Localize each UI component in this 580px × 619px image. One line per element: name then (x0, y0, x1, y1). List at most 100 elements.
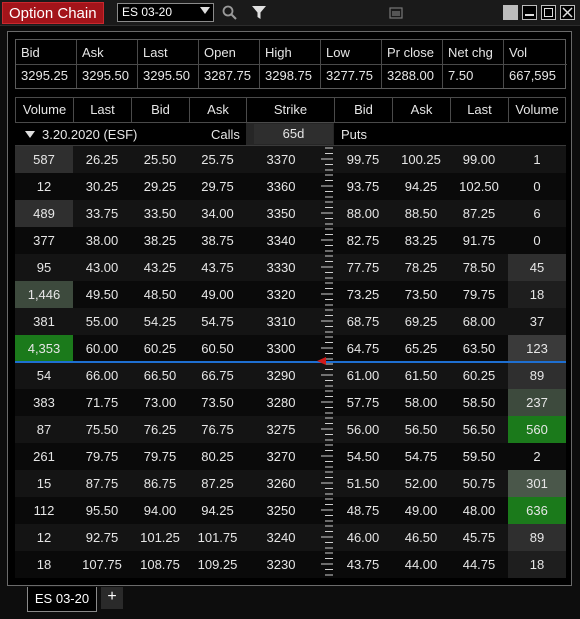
table-cell[interactable]: 6 (508, 200, 566, 227)
minimize-icon[interactable] (522, 5, 537, 20)
column-header[interactable]: Volume (508, 97, 566, 123)
table-cell[interactable]: 560 (508, 416, 566, 443)
table-cell[interactable]: 68.75 (334, 308, 392, 335)
table-cell[interactable]: 54.50 (334, 443, 392, 470)
table-cell[interactable]: 48.50 (131, 281, 189, 308)
strike-cell[interactable]: 3275 (246, 416, 316, 443)
table-cell[interactable]: 69.25 (392, 308, 450, 335)
table-cell[interactable]: 63.50 (450, 335, 508, 362)
table-cell[interactable]: 92.75 (73, 524, 131, 551)
table-cell[interactable]: 87.25 (450, 200, 508, 227)
table-cell[interactable]: 66.75 (189, 362, 246, 389)
table-cell[interactable]: 73.25 (334, 281, 392, 308)
table-cell[interactable]: 48.75 (334, 497, 392, 524)
table-cell[interactable]: 112 (15, 497, 73, 524)
table-cell[interactable]: 83.25 (392, 227, 450, 254)
table-cell[interactable]: 12 (15, 173, 73, 200)
strike-cell[interactable]: 3230 (246, 551, 316, 578)
table-cell[interactable]: 0 (508, 173, 566, 200)
table-cell[interactable]: 66.00 (73, 362, 131, 389)
table-cell[interactable]: 34.00 (189, 200, 246, 227)
search-icon[interactable] (221, 4, 239, 22)
table-cell[interactable]: 54.25 (131, 308, 189, 335)
table-cell[interactable]: 73.50 (392, 281, 450, 308)
table-cell[interactable]: 86.75 (131, 470, 189, 497)
table-cell[interactable]: 30.25 (73, 173, 131, 200)
strike-cell[interactable]: 3360 (246, 173, 316, 200)
table-cell[interactable]: 44.75 (450, 551, 508, 578)
table-cell[interactable]: 29.75 (189, 173, 246, 200)
strike-cell[interactable]: 3310 (246, 308, 316, 335)
table-row[interactable]: 1,446 49.50 48.50 49.00 3320 73.25 73.50 79.75 1… (15, 281, 566, 308)
table-cell[interactable]: 99.00 (450, 146, 508, 173)
table-cell[interactable]: 82.75 (334, 227, 392, 254)
table-cell[interactable]: 29.25 (131, 173, 189, 200)
table-cell[interactable]: 99.75 (334, 146, 392, 173)
table-cell[interactable]: 123 (508, 335, 566, 362)
table-cell[interactable]: 261 (15, 443, 73, 470)
strike-cell[interactable]: 3330 (246, 254, 316, 281)
chevron-down-icon[interactable] (25, 131, 35, 138)
table-cell[interactable]: 18 (508, 551, 566, 578)
table-cell[interactable]: 381 (15, 308, 73, 335)
table-cell[interactable]: 60.25 (450, 362, 508, 389)
table-cell[interactable]: 60.25 (131, 335, 189, 362)
table-cell[interactable]: 95 (15, 254, 73, 281)
table-cell[interactable]: 26.25 (73, 146, 131, 173)
table-row[interactable]: 4,353 60.00 60.25 60.50 3300 64.75 65.25 63.50 1… (15, 335, 566, 362)
table-cell[interactable]: 52.00 (392, 470, 450, 497)
table-cell[interactable]: 49.50 (73, 281, 131, 308)
add-tab-button[interactable]: + (101, 587, 123, 609)
table-row[interactable]: 587 26.25 25.50 25.75 3370 99.75 100.25 99.00 1 (15, 146, 566, 173)
table-row[interactable]: 87 75.50 76.25 76.75 3275 56.00 56.50 56.50 560 (15, 416, 566, 443)
table-cell[interactable]: 50.75 (450, 470, 508, 497)
table-cell[interactable]: 88.50 (392, 200, 450, 227)
table-cell[interactable]: 2 (508, 443, 566, 470)
table-cell[interactable]: 95.50 (73, 497, 131, 524)
table-cell[interactable]: 12 (15, 524, 73, 551)
strike-cell[interactable]: 3270 (246, 443, 316, 470)
table-cell[interactable]: 66.50 (131, 362, 189, 389)
table-cell[interactable]: 49.00 (392, 497, 450, 524)
table-cell[interactable]: 56.00 (334, 416, 392, 443)
table-cell[interactable]: 25.50 (131, 146, 189, 173)
table-cell[interactable]: 78.50 (450, 254, 508, 281)
table-cell[interactable]: 79.75 (131, 443, 189, 470)
table-cell[interactable]: 80.25 (189, 443, 246, 470)
table-row[interactable]: 95 43.00 43.25 43.75 3330 77.75 78.25 78.50 45 (15, 254, 566, 281)
table-cell[interactable]: 43.75 (334, 551, 392, 578)
expiry-row[interactable]: 3.20.2020 (ESF) Calls 65d Puts (15, 123, 566, 146)
table-cell[interactable]: 57.75 (334, 389, 392, 416)
table-cell[interactable]: 56.50 (392, 416, 450, 443)
table-cell[interactable]: 79.75 (73, 443, 131, 470)
table-cell[interactable]: 61.00 (334, 362, 392, 389)
tab-es-03-20[interactable]: ES 03-20 (27, 587, 97, 612)
table-cell[interactable]: 88.00 (334, 200, 392, 227)
window-icon[interactable] (503, 5, 518, 20)
table-cell[interactable]: 46.50 (392, 524, 450, 551)
table-cell[interactable]: 56.50 (450, 416, 508, 443)
strike-cell[interactable]: 3350 (246, 200, 316, 227)
table-cell[interactable]: 100.25 (392, 146, 450, 173)
table-cell[interactable]: 59.50 (450, 443, 508, 470)
table-cell[interactable]: 71.75 (73, 389, 131, 416)
table-cell[interactable]: 33.50 (131, 200, 189, 227)
table-cell[interactable]: 78.25 (392, 254, 450, 281)
table-cell[interactable]: 77.75 (334, 254, 392, 281)
strike-cell[interactable]: 3290 (246, 362, 316, 389)
table-cell[interactable]: 46.00 (334, 524, 392, 551)
table-cell[interactable]: 33.75 (73, 200, 131, 227)
table-row[interactable]: 54 66.00 66.50 66.75 3290 61.00 61.50 60.25 89 (15, 362, 566, 389)
table-cell[interactable]: 75.50 (73, 416, 131, 443)
table-cell[interactable]: 60.00 (73, 335, 131, 362)
table-row[interactable]: 261 79.75 79.75 80.25 3270 54.50 54.75 59.50 2 (15, 443, 566, 470)
table-cell[interactable]: 18 (15, 551, 73, 578)
table-cell[interactable]: 51.50 (334, 470, 392, 497)
table-cell[interactable]: 54.75 (392, 443, 450, 470)
table-cell[interactable]: 94.25 (392, 173, 450, 200)
table-cell[interactable]: 101.75 (189, 524, 246, 551)
table-row[interactable]: 12 92.75 101.25 101.75 3240 46.00 46.50 45.75 89 (15, 524, 566, 551)
table-cell[interactable]: 108.75 (131, 551, 189, 578)
table-cell[interactable]: 101.25 (131, 524, 189, 551)
table-cell[interactable]: 76.75 (189, 416, 246, 443)
